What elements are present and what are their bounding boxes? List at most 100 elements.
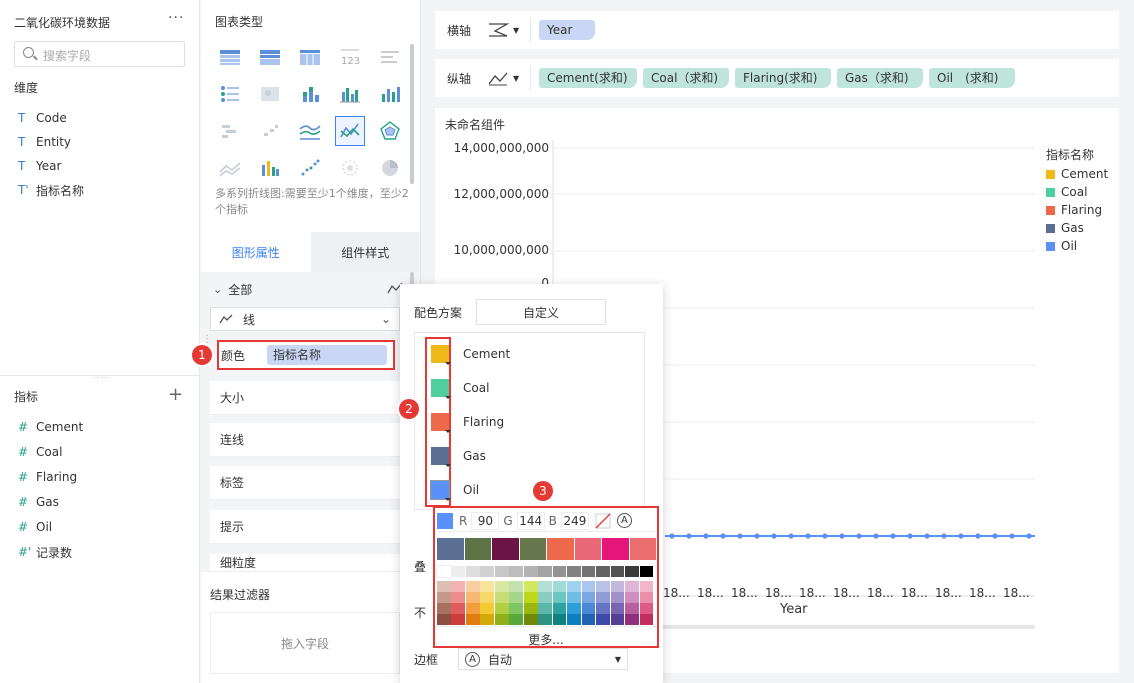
gray-color-swatch[interactable] (581, 566, 596, 577)
grid-color-swatch[interactable] (509, 614, 524, 625)
combo-chart-icon[interactable] (255, 153, 285, 183)
granularity-row[interactable]: 细粒度 (210, 554, 400, 572)
resize-grip-icon[interactable]: ⋯⋯ (92, 373, 109, 382)
table-chart-icon[interactable] (215, 42, 245, 72)
grid-color-swatch[interactable] (610, 614, 625, 625)
grid-color-swatch[interactable] (639, 603, 654, 614)
x-axis-type-icon[interactable]: ▼ (487, 18, 531, 42)
measure-field-gas[interactable]: # Gas (18, 492, 59, 512)
legend-item-coal[interactable]: Coal (1046, 185, 1087, 199)
scatter-small-icon[interactable] (255, 116, 285, 146)
theme-color-swatch[interactable] (602, 538, 629, 560)
area-chart-icon[interactable] (215, 153, 245, 183)
color-swatch-dropdown[interactable] (430, 480, 451, 501)
gray-color-swatch[interactable] (610, 566, 625, 577)
grid-color-swatch[interactable] (451, 603, 466, 614)
grid-color-swatch[interactable] (610, 592, 625, 603)
theme-color-swatch[interactable] (629, 538, 656, 560)
grid-color-swatch[interactable] (625, 603, 639, 614)
add-measure-icon[interactable]: + (168, 384, 183, 405)
grid-color-swatch[interactable] (625, 581, 639, 592)
grid-color-swatch[interactable] (581, 592, 596, 603)
grid-color-swatch[interactable] (509, 592, 524, 603)
detail-table-icon[interactable] (295, 42, 325, 72)
grid-color-swatch[interactable] (480, 592, 495, 603)
series-color-row-gas[interactable]: Gas (431, 447, 486, 467)
gray-color-swatch[interactable] (639, 566, 654, 577)
grid-color-swatch[interactable] (480, 581, 495, 592)
mark-type-select[interactable]: 线 ⌄ (210, 307, 400, 331)
multi-series-line-chart-icon[interactable] (335, 116, 365, 146)
gray-color-swatch[interactable] (523, 566, 538, 577)
filter-drop-zone[interactable]: 拖入字段 (210, 612, 400, 674)
grid-color-swatch[interactable] (552, 592, 567, 603)
theme-color-swatch[interactable] (547, 538, 574, 560)
grid-color-swatch[interactable] (480, 603, 495, 614)
dimension-field-indicator-name[interactable]: T' 指标名称 (18, 180, 84, 200)
gray-color-swatch[interactable] (436, 565, 452, 578)
grid-color-swatch[interactable] (567, 581, 581, 592)
legend-item-cement[interactable]: Cement (1046, 167, 1108, 181)
grid-color-swatch[interactable] (596, 614, 610, 625)
map-chart-icon[interactable] (255, 79, 285, 109)
r-input[interactable]: 90 (471, 511, 500, 530)
scatter-chart-icon[interactable] (295, 153, 325, 183)
grid-color-swatch[interactable] (538, 592, 552, 603)
grid-color-swatch[interactable] (596, 592, 610, 603)
grid-color-swatch[interactable] (523, 592, 538, 603)
y-field-chip-oil[interactable]: Oil (求和) (929, 68, 1015, 88)
grid-color-swatch[interactable] (437, 603, 451, 614)
tooltip-channel-row[interactable]: 提示 (210, 510, 400, 544)
measure-field-flaring[interactable]: # Flaring (18, 467, 77, 487)
theme-color-swatch[interactable] (519, 538, 546, 560)
dimension-field-code[interactable]: T Code (18, 108, 67, 128)
grid-color-swatch[interactable] (437, 581, 451, 592)
all-series-row[interactable]: ⌄ 全部 (213, 281, 403, 298)
grid-color-swatch[interactable] (639, 592, 654, 603)
grid-color-swatch[interactable] (567, 603, 581, 614)
color-scheme-select[interactable]: 自定义 (476, 299, 607, 325)
measure-field-coal[interactable]: # Coal (18, 442, 62, 462)
grouped-bar-icon[interactable] (335, 79, 365, 109)
grid-color-swatch[interactable] (465, 603, 480, 614)
measure-field-cement[interactable]: # Cement (18, 417, 83, 437)
color-swatch-dropdown[interactable] (431, 379, 451, 399)
grid-color-swatch[interactable] (596, 581, 610, 592)
grid-color-swatch[interactable] (451, 592, 466, 603)
grid-color-swatch[interactable] (494, 592, 509, 603)
more-colors-link[interactable]: 更多... (435, 626, 657, 648)
size-channel-row[interactable]: 大小 (210, 381, 400, 415)
gray-color-swatch[interactable] (552, 566, 567, 577)
grid-color-swatch[interactable] (465, 581, 480, 592)
grid-color-swatch[interactable] (552, 614, 567, 625)
grid-color-swatch[interactable] (610, 603, 625, 614)
grid-color-swatch[interactable] (581, 614, 596, 625)
dimension-field-year[interactable]: T Year (18, 156, 61, 176)
series-color-row-oil[interactable]: Oil (430, 480, 479, 501)
measure-field-record-count[interactable]: #' 记录数 (18, 542, 72, 562)
grid-color-swatch[interactable] (552, 603, 567, 614)
connect-line-row[interactable]: 连线 (210, 423, 400, 457)
grid-color-swatch[interactable] (451, 581, 466, 592)
grid-color-swatch[interactable] (639, 614, 654, 625)
grid-color-swatch[interactable] (465, 592, 480, 603)
measure-field-oil[interactable]: # Oil (18, 517, 52, 537)
grid-color-swatch[interactable] (596, 603, 610, 614)
grid-color-swatch[interactable] (523, 581, 538, 592)
color-field-pill[interactable]: 指标名称 (267, 345, 388, 365)
kpi-number-icon[interactable]: 123 (335, 42, 365, 72)
gray-color-swatch[interactable] (567, 566, 581, 577)
grid-color-swatch[interactable] (625, 614, 639, 625)
grid-color-swatch[interactable] (480, 614, 495, 625)
y-field-chip-coal[interactable]: Coal（求和) (643, 68, 729, 88)
chart-type-scrollbar[interactable] (410, 44, 414, 184)
legend-item-gas[interactable]: Gas (1046, 221, 1084, 235)
grid-color-swatch[interactable] (625, 592, 639, 603)
color-swatch-dropdown[interactable] (431, 413, 451, 433)
gray-color-swatch[interactable] (596, 566, 610, 577)
dot-list-chart-icon[interactable] (215, 79, 245, 109)
g-input[interactable]: 144 (516, 511, 545, 530)
grid-color-swatch[interactable] (523, 614, 538, 625)
theme-color-swatch[interactable] (464, 538, 491, 560)
y-field-chip-cement[interactable]: Cement(求和) (539, 68, 637, 88)
